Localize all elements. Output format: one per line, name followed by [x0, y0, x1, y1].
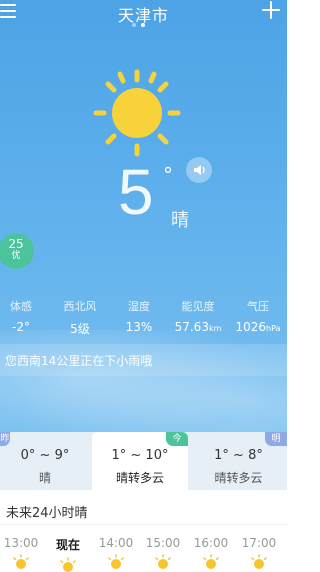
rain-alert-banner[interactable]: 您西南14公里正在下小雨哦 — [0, 344, 287, 376]
sun-icon — [203, 554, 219, 569]
hour-item[interactable]: 15:00 — [142, 536, 184, 572]
day-tag-today: 今 — [166, 432, 188, 446]
day-card-tomorrow[interactable]: 明 1° ~ 8° 晴转多云 — [190, 432, 287, 490]
sun-icon — [108, 554, 124, 569]
hour-time: 13:00 — [3, 536, 39, 550]
sun-icon — [251, 554, 267, 569]
sun-icon — [60, 557, 76, 572]
visibility-unit: km — [208, 324, 222, 333]
day-range: 0° ~ 9° — [20, 448, 70, 463]
hour-time: 现在 — [55, 538, 80, 552]
hour-item[interactable]: 13:00 — [0, 536, 42, 572]
metric-wind: 西北风 5级 — [60, 298, 100, 337]
hour-item[interactable]: 16:00 — [190, 536, 232, 572]
day-range: 1° ~ 8° — [214, 448, 263, 463]
weather-metrics: 体感 -2° 西北风 5级 湿度 13% 能见度 57.63km 气压 1026… — [0, 298, 287, 338]
hour-item-now[interactable]: 现在 — [47, 536, 89, 572]
page-indicator — [132, 23, 145, 27]
hour-item[interactable]: 17:00 — [238, 536, 280, 572]
pressure-unit: hPa — [266, 324, 281, 333]
metric-value: 5级 — [70, 322, 90, 336]
rain-alert-text: 您西南14公里正在下小雨哦 — [5, 354, 153, 368]
metric-value: 57.63km — [173, 320, 223, 334]
sun-icon — [93, 69, 181, 157]
metric-value: -2° — [12, 320, 30, 334]
visibility-number: 57.63 — [174, 320, 209, 334]
page-dot-active — [141, 23, 145, 27]
aqi-level: 优 — [11, 251, 21, 261]
day-desc: 晴转多云 — [214, 471, 263, 485]
hour-time: 17:00 — [241, 536, 277, 550]
current-temperature: 5 — [118, 156, 154, 228]
page-dot — [132, 23, 136, 27]
hour-time: 16:00 — [193, 536, 229, 550]
metric-pressure: 气压 1026hPa — [232, 298, 284, 334]
day-desc: 晴转多云 — [115, 471, 164, 485]
metric-humidity: 湿度 13% — [124, 298, 154, 334]
hour-item[interactable]: 14:00 — [95, 536, 137, 572]
metric-value: 13% — [125, 320, 153, 334]
metric-label: 西北风 — [63, 300, 97, 313]
hour-time: 14:00 — [98, 536, 134, 550]
day-card-yesterday[interactable]: 昨 0° ~ 9° 晴 — [0, 432, 90, 490]
hour-time: 15:00 — [145, 536, 181, 550]
divider — [0, 524, 287, 525]
hourly-forecast-panel: 未来24小时晴 13:00 现在 14:00 15:00 16:00 17:00 — [0, 492, 287, 572]
sun-icon — [13, 554, 29, 569]
sun-icon — [155, 554, 171, 569]
metric-feels-like: 体感 -2° — [6, 298, 36, 334]
day-tag-yesterday: 昨 — [0, 432, 10, 446]
day-desc: 晴 — [38, 471, 51, 485]
metric-label: 能见度 — [181, 300, 215, 313]
weather-background: 天津市 5 ° 晴 25 优 体感 -2° 西北风 5级 湿度 13% 能见度 … — [0, 0, 287, 432]
add-city-icon[interactable] — [262, 1, 280, 19]
metric-label: 气压 — [247, 300, 269, 313]
aqi-badge[interactable]: 25 优 — [0, 233, 34, 269]
degree-symbol: ° — [163, 163, 173, 187]
aqi-value: 25 — [8, 237, 24, 251]
current-condition: 晴 — [171, 210, 189, 231]
metric-label: 体感 — [10, 300, 32, 313]
day-tag-tomorrow: 明 — [265, 432, 287, 446]
day-range: 1° ~ 10° — [111, 448, 169, 463]
metric-value: 1026hPa — [232, 320, 284, 334]
metric-visibility: 能见度 57.63km — [173, 298, 223, 334]
day-card-today[interactable]: 今 1° ~ 10° 晴转多云 — [92, 432, 188, 492]
speaker-icon[interactable] — [186, 157, 212, 183]
metric-label: 湿度 — [128, 300, 150, 313]
pressure-number: 1026 — [235, 320, 267, 334]
daily-forecast-cards: 昨 0° ~ 9° 晴 今 1° ~ 10° 晴转多云 明 1° ~ 8° 晴转… — [0, 432, 287, 492]
hourly-list: 13:00 现在 14:00 15:00 16:00 17:00 — [0, 536, 287, 572]
hourly-title: 未来24小时晴 — [6, 506, 88, 521]
